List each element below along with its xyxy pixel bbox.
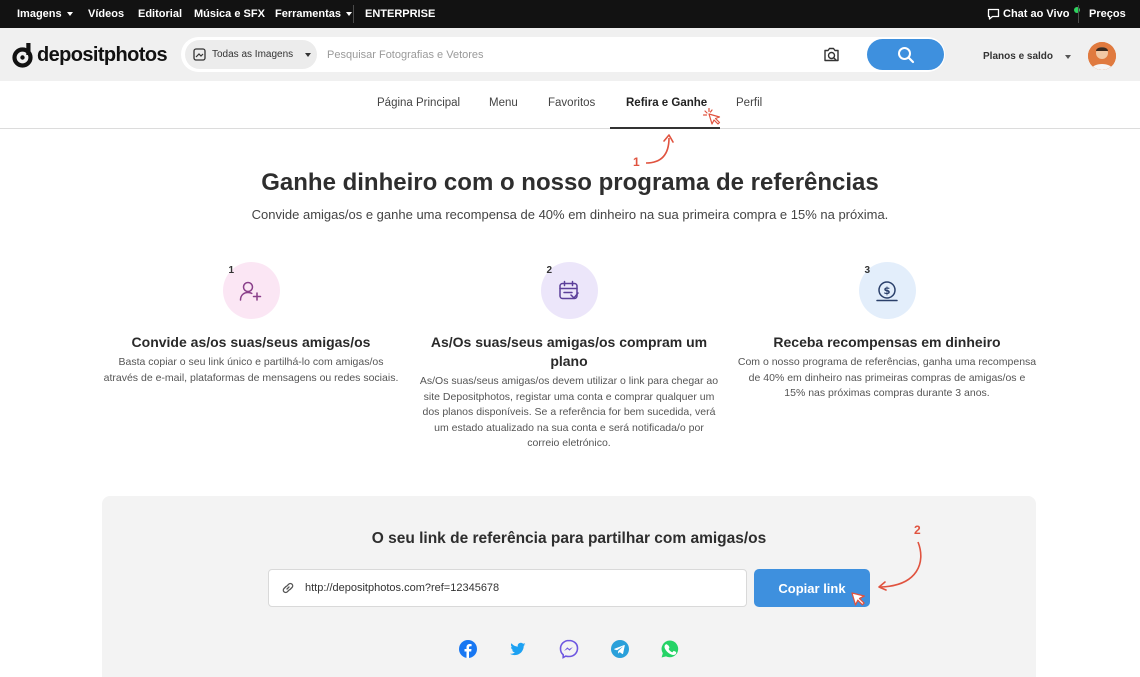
copy-link-label: Copiar link [778,580,846,596]
chevron-down-icon [66,12,73,16]
step-number: 1 [228,265,235,276]
share-twitter-button[interactable] [508,639,528,659]
share-facebook-button[interactable] [458,639,478,659]
logo-text: depositphotos [37,43,168,66]
step-friends-buy: 2 As/Os suas/seus amigas/os compram um p… [419,262,719,452]
nav-videos[interactable]: Vídeos [88,0,124,28]
nav-editorial-label: Editorial [138,8,183,20]
step-icon-circle: 3 $ [858,262,916,319]
referral-link-input[interactable] [305,582,725,594]
telegram-icon [611,640,629,658]
search-button[interactable] [867,39,944,70]
logo[interactable]: depositphotos [12,41,168,69]
nav-music-label: Música e SFX [194,8,265,20]
nav-editorial[interactable]: Editorial [138,0,182,28]
nav-divider [1078,5,1079,23]
share-whatsapp-button[interactable] [660,639,680,659]
share-messenger-button[interactable] [559,639,579,659]
search-input[interactable] [327,37,797,72]
step-description: Com o nosso programa de referências, gan… [737,356,1037,399]
referral-link-panel: O seu link de referência para partilhar … [102,496,1036,677]
logo-mark-icon [12,43,33,68]
step-description: As/Os suas/seus amigas/os devem utilizar… [419,375,719,449]
step-number: 2 [546,265,553,276]
link-icon [282,582,294,594]
plans-balance-dropdown[interactable]: Planos e saldo [983,51,1072,62]
facebook-icon [459,640,477,658]
tab-favorites[interactable]: Favoritos [548,97,595,109]
search-icon [897,46,914,63]
twitter-icon [510,642,526,656]
social-share-buttons [102,639,1036,659]
camera-search-icon [824,47,839,62]
nav-tools-label: Ferramentas [275,8,342,20]
avatar[interactable] [1088,42,1116,70]
calendar-icon [559,280,579,299]
nav-tools[interactable]: Ferramentas [275,0,353,28]
visual-search-button[interactable] [822,45,841,64]
referral-link-field [268,569,747,607]
search-bar: Todas as Imagens [181,37,945,72]
money-bag-icon: $ [876,280,898,301]
prices-link[interactable]: Preços [1089,0,1126,28]
chevron-down-icon [346,12,353,16]
nav-images-label: Imagens [17,8,62,20]
whatsapp-icon [661,640,679,658]
click-cursor-icon [851,592,865,606]
chevron-down-icon [305,52,312,57]
live-chat-link[interactable]: Chat ao Vivo [987,0,1081,28]
annotation-number-2: 2 [914,523,921,537]
tab-home[interactable]: Página Principal [377,97,460,109]
active-tab-indicator [610,127,720,129]
nav-divider [353,5,354,23]
top-navigation-bar: Imagens Vídeos Editorial Música e SFX Fe… [0,0,1140,28]
chat-bubble-icon [987,8,1000,20]
click-cursor-icon [703,108,721,125]
nav-videos-label: Vídeos [88,8,125,20]
svg-text:$: $ [884,286,891,297]
live-chat-label: Chat ao Vivo [1003,8,1070,20]
prices-label: Preços [1089,8,1126,20]
search-type-label: Todas as Imagens [212,49,294,60]
nav-music-sfx[interactable]: Música e SFX [194,0,265,28]
annotation-number-1: 1 [633,155,640,169]
messenger-icon [559,639,579,659]
step-description: Basta copiar o seu link único e partilhá… [103,356,399,384]
step-icon-circle: 2 [540,262,598,319]
step-receive-rewards: 3 $ Receba recompensas em dinheiro Com o… [737,262,1037,402]
account-tabs: Página Principal Menu Favoritos Refira e… [0,81,1140,129]
step-invite: 1 Convide as/os suas/seus amigas/os Bast… [101,262,401,386]
nav-enterprise-label: ENTERPRISE [365,8,436,20]
nav-images[interactable]: Imagens [17,0,73,28]
user-avatar-icon [1088,42,1116,70]
share-telegram-button[interactable] [610,639,630,659]
plans-label: Planos e saldo [983,51,1054,62]
page-subtitle: Convide amigas/os e ganhe uma recompensa… [251,207,889,222]
step-icon-circle: 1 [222,262,280,319]
annotation-arrow-icon [645,134,674,164]
tab-menu[interactable]: Menu [489,97,518,109]
image-type-icon [193,48,206,61]
tab-profile[interactable]: Perfil [736,97,762,109]
tab-refer-and-earn[interactable]: Refira e Ganhe [626,97,707,109]
add-user-icon [239,281,262,301]
annotation-arrow-icon [878,541,922,591]
step-title: Convide as/os suas/seus amigas/os [131,334,371,350]
step-title: Receba recompensas em dinheiro [773,334,1001,350]
step-title: As/Os suas/seus amigas/os compram um pla… [430,334,708,369]
chevron-down-icon [1065,54,1072,59]
nav-enterprise[interactable]: ENTERPRISE [365,0,435,28]
search-type-dropdown[interactable]: Todas as Imagens [185,40,317,69]
step-number: 3 [864,265,871,276]
header: depositphotos Todas as Imagens Planos e … [0,28,1140,81]
page-title: Ganhe dinheiro com o nosso programa de r… [261,169,879,196]
